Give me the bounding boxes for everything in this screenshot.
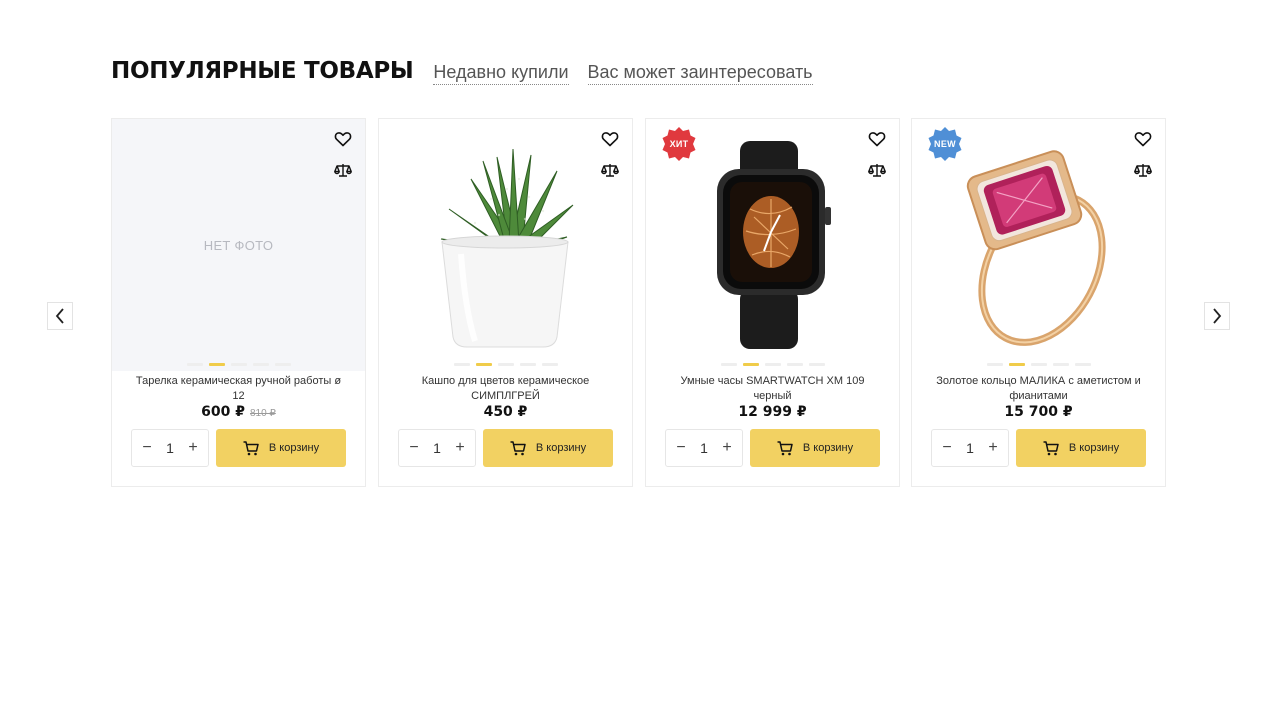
potted-plant-image [440, 148, 574, 348]
slider-dot[interactable] [453, 363, 470, 366]
product-name[interactable]: Тарелка керамическая ручной работы ø 12 [130, 374, 347, 404]
product-price: 12 999 ₽ [738, 404, 807, 420]
add-to-cart-label: В корзину [535, 442, 587, 454]
product-image-placeholder[interactable]: НЕТ ФОТО [112, 119, 365, 371]
product-name[interactable]: Золотое кольцо МАЛИКА с аметистом и фиан… [930, 374, 1147, 404]
badge-label: ХИТ [669, 139, 689, 149]
image-slider-dots [379, 363, 632, 366]
carousel-prev-button[interactable] [47, 302, 73, 330]
tab-may-interest[interactable]: Вас может заинтересовать [587, 62, 813, 85]
slider-dot[interactable] [720, 363, 737, 366]
slider-dot[interactable] [1030, 363, 1047, 366]
cart-icon [1043, 440, 1059, 455]
heart-icon[interactable] [601, 131, 619, 147]
slider-dot[interactable] [541, 363, 558, 366]
popular-products-section: ПОПУЛЯРНЫЕ ТОВАРЫ Недавно купили Вас мож… [0, 0, 1280, 706]
slider-dot-active[interactable] [742, 363, 759, 366]
quantity-value[interactable]: 1 [700, 440, 708, 456]
decrease-qty-button[interactable]: − [674, 439, 688, 457]
product-card: НЕТ ФОТО Тарелка керамическая ручной раб… [111, 118, 366, 487]
cart-icon [243, 440, 259, 455]
quantity-value[interactable]: 1 [166, 440, 174, 456]
quantity-value[interactable]: 1 [966, 440, 974, 456]
product-tabs: ПОПУЛЯРНЫЕ ТОВАРЫ Недавно купили Вас мож… [111, 58, 813, 88]
add-to-cart-button[interactable]: В корзину [483, 429, 613, 467]
quantity-value[interactable]: 1 [433, 440, 441, 456]
slider-dot[interactable] [186, 363, 203, 366]
quantity-stepper: − 1 + [398, 429, 476, 467]
decrease-qty-button[interactable]: − [940, 439, 954, 457]
quantity-stepper: − 1 + [665, 429, 743, 467]
decrease-qty-button[interactable]: − [407, 439, 421, 457]
hit-badge: ХИТ [661, 126, 697, 162]
quantity-stepper: − 1 + [131, 429, 209, 467]
compare-scales-icon[interactable] [601, 162, 619, 178]
increase-qty-button[interactable]: + [720, 439, 734, 457]
increase-qty-button[interactable]: + [453, 439, 467, 457]
slider-dot[interactable] [497, 363, 514, 366]
slider-dot-active[interactable] [1008, 363, 1025, 366]
tab-popular-products[interactable]: ПОПУЛЯРНЫЕ ТОВАРЫ [111, 58, 414, 84]
product-name[interactable]: Кашпо для цветов керамическое СИМПЛГРЕЙ [397, 374, 614, 404]
slider-dot[interactable] [786, 363, 803, 366]
product-card: Кашпо для цветов керамическое СИМПЛГРЕЙ … [378, 118, 633, 487]
add-to-cart-button[interactable]: В корзину [216, 429, 346, 467]
price-row: 15 700 ₽ [912, 403, 1165, 421]
image-slider-dots [646, 363, 899, 366]
product-price: 600 ₽ [201, 404, 245, 420]
product-image[interactable] [379, 119, 632, 371]
add-to-cart-label: В корзину [802, 442, 854, 454]
price-row: 600 ₽ 810 ₽ [112, 403, 365, 421]
add-to-cart-label: В корзину [268, 442, 320, 454]
new-badge: NEW [927, 126, 963, 162]
image-slider-dots [112, 363, 365, 366]
product-carousel: НЕТ ФОТО Тарелка керамическая ручной раб… [111, 118, 1167, 488]
slider-dot[interactable] [252, 363, 269, 366]
price-row: 12 999 ₽ [646, 403, 899, 421]
heart-icon[interactable] [1134, 131, 1152, 147]
product-card: NEW Золотое кольцо МАЛИКА с аметистом и … [911, 118, 1166, 487]
increase-qty-button[interactable]: + [186, 439, 200, 457]
slider-dot[interactable] [274, 363, 291, 366]
slider-dot[interactable] [764, 363, 781, 366]
compare-scales-icon[interactable] [1134, 162, 1152, 178]
compare-scales-icon[interactable] [868, 162, 886, 178]
tab-recently-bought[interactable]: Недавно купили [433, 62, 569, 85]
no-photo-label: НЕТ ФОТО [203, 238, 274, 253]
price-row: 450 ₽ [379, 403, 632, 421]
slider-dot[interactable] [1074, 363, 1091, 366]
slider-dot-active[interactable] [208, 363, 225, 366]
product-price: 15 700 ₽ [1004, 404, 1073, 420]
slider-dot[interactable] [230, 363, 247, 366]
add-to-cart-label: В корзину [1068, 442, 1120, 454]
compare-scales-icon[interactable] [334, 162, 352, 178]
slider-dot[interactable] [519, 363, 536, 366]
product-price: 450 ₽ [483, 404, 528, 420]
quantity-stepper: − 1 + [931, 429, 1009, 467]
heart-icon[interactable] [868, 131, 886, 147]
badge-label: NEW [934, 139, 956, 149]
slider-dot-active[interactable] [475, 363, 492, 366]
chevron-left-icon [55, 308, 64, 324]
decrease-qty-button[interactable]: − [140, 439, 154, 457]
product-card: ХИТ Умные часы SMARTWATCH XM 109 черный … [645, 118, 900, 487]
heart-icon[interactable] [334, 131, 352, 147]
chevron-right-icon [1213, 308, 1222, 324]
slider-dot[interactable] [1052, 363, 1069, 366]
carousel-next-button[interactable] [1204, 302, 1230, 330]
slider-dot[interactable] [986, 363, 1003, 366]
image-slider-dots [912, 363, 1165, 366]
slider-dot[interactable] [808, 363, 825, 366]
product-name[interactable]: Умные часы SMARTWATCH XM 109 черный [664, 374, 881, 404]
cart-icon [510, 440, 526, 455]
increase-qty-button[interactable]: + [986, 439, 1000, 457]
product-old-price: 810 ₽ [250, 408, 276, 419]
add-to-cart-button[interactable]: В корзину [1016, 429, 1146, 467]
add-to-cart-button[interactable]: В корзину [750, 429, 880, 467]
cart-icon [777, 440, 793, 455]
